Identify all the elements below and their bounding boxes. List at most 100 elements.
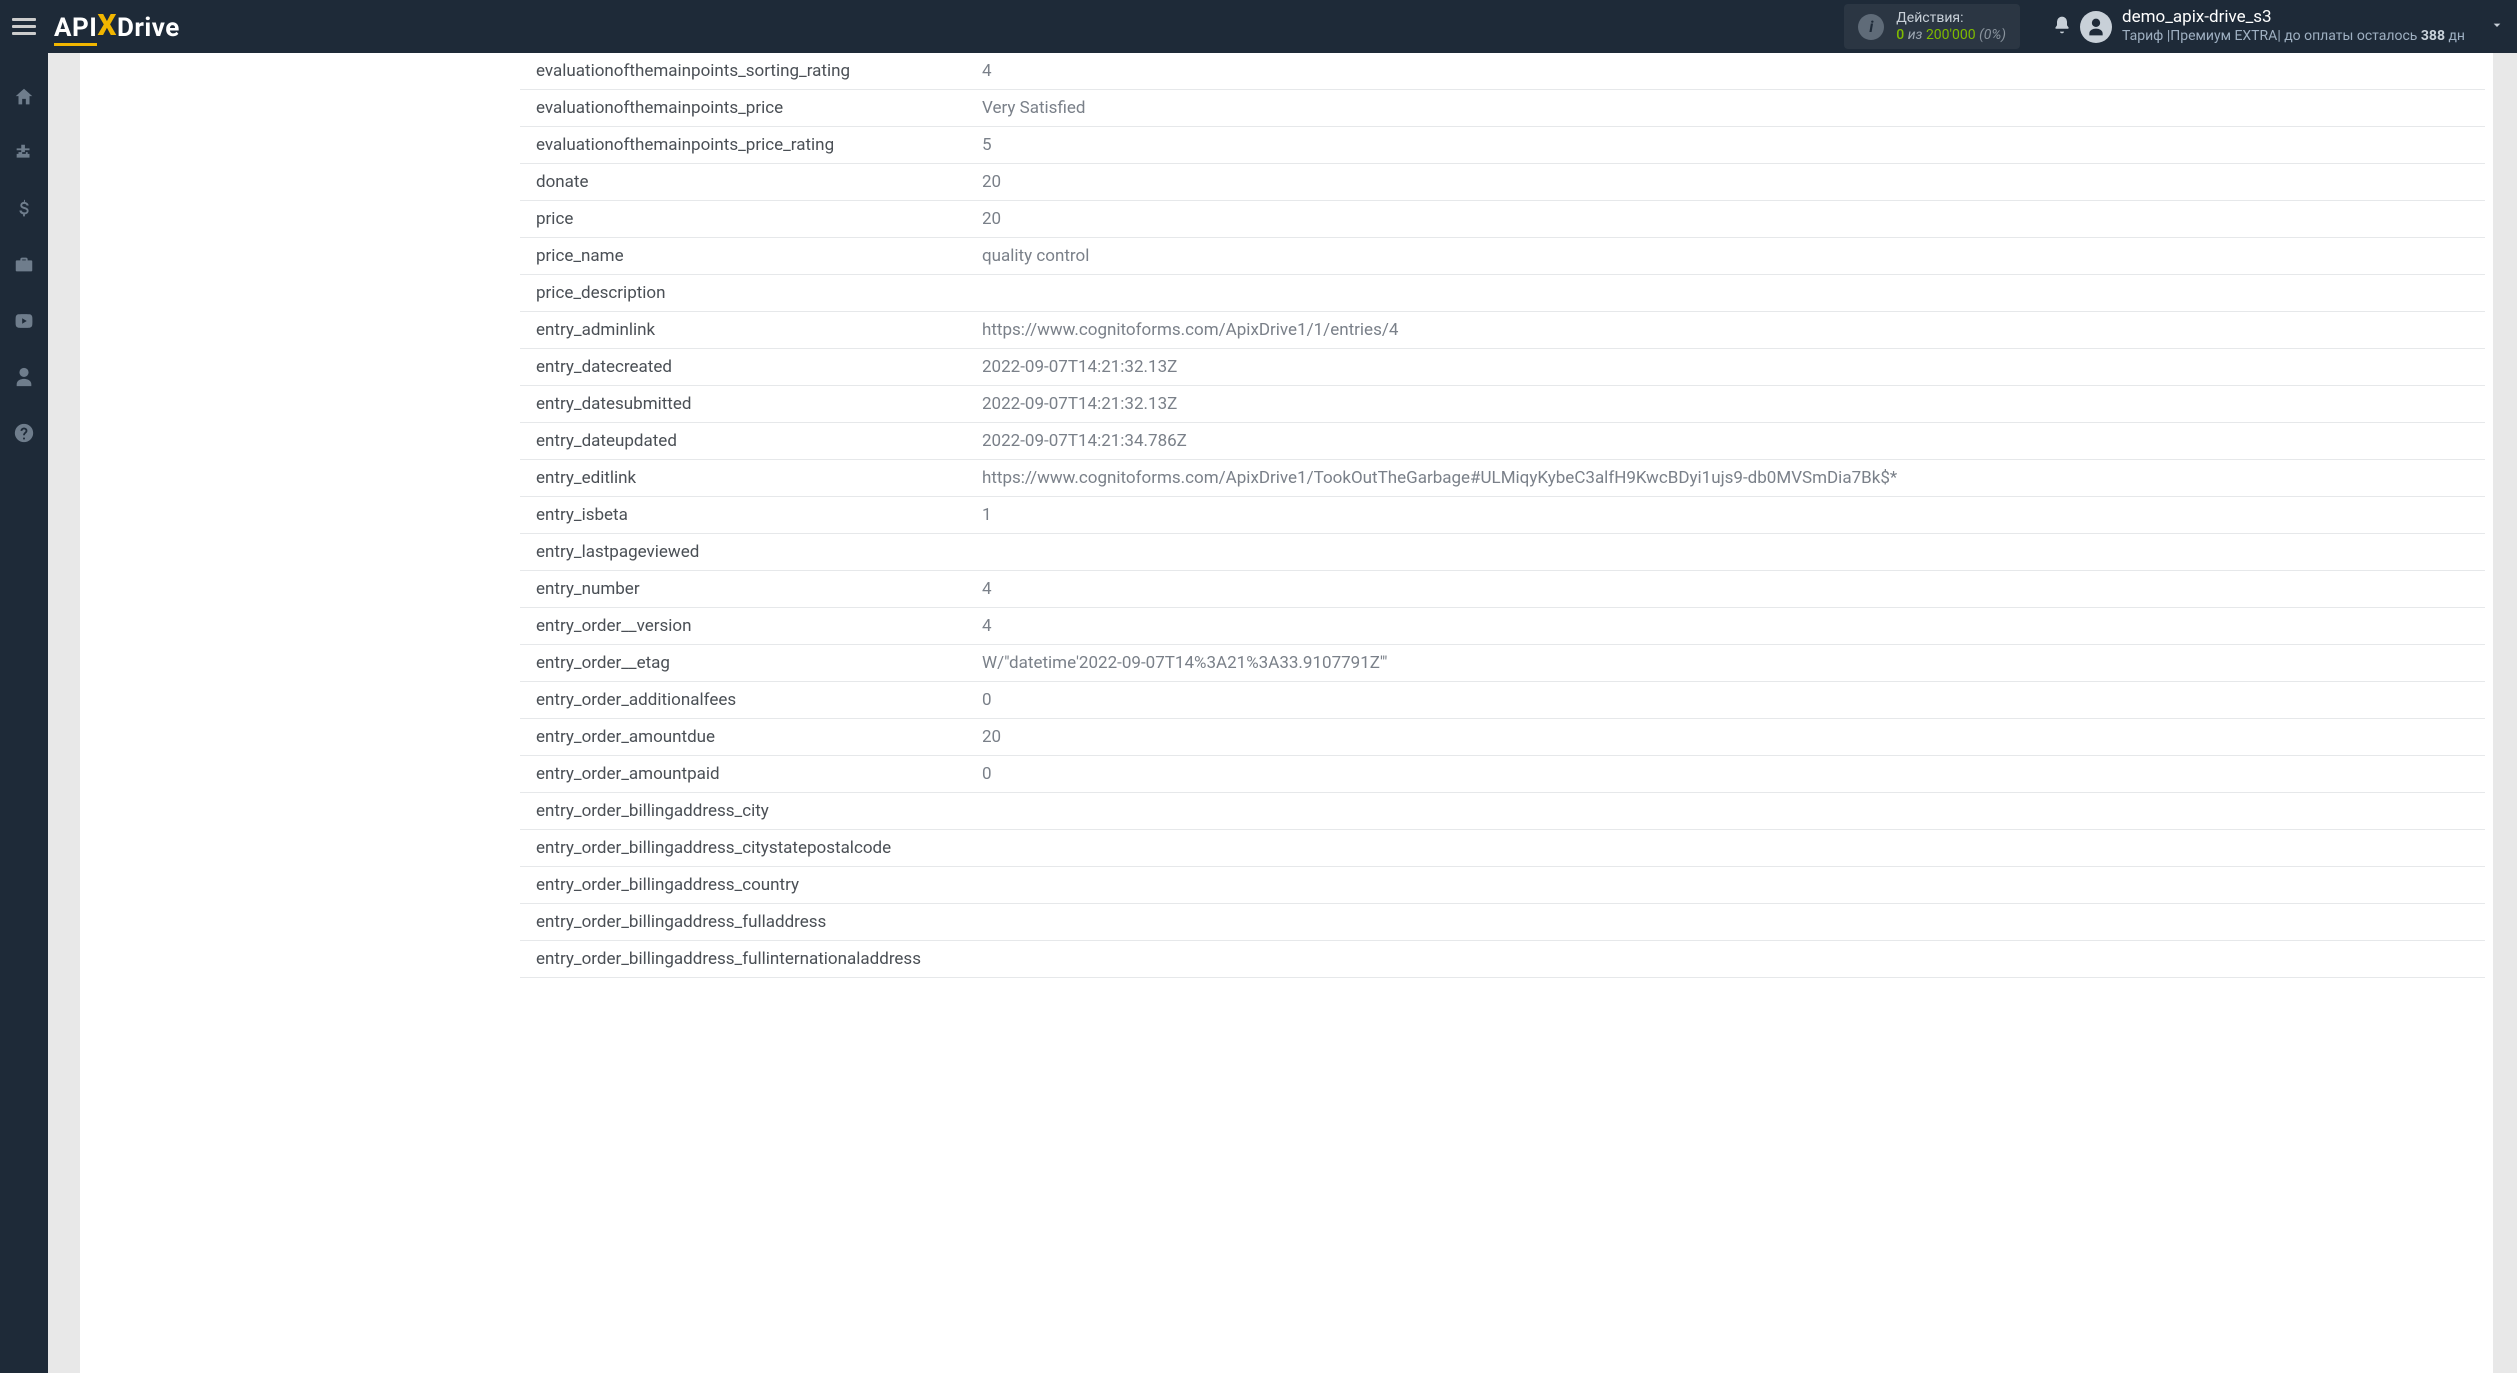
field-value — [970, 275, 2485, 312]
table-row: entry_order_billingaddress_citystatepost… — [520, 830, 2485, 867]
table-row: price_description — [520, 275, 2485, 312]
field-key: entry_number — [520, 571, 970, 608]
topbar: APIXDrive i Действия: 0 из 200'000 (0%) … — [0, 0, 2517, 53]
table-row: entry_dateupdated2022-09-07T14:21:34.786… — [520, 423, 2485, 460]
logo-drive: Drive — [117, 13, 180, 43]
table-row: entry_editlinkhttps://www.cognitoforms.c… — [520, 460, 2485, 497]
field-key: entry_order_additionalfees — [520, 682, 970, 719]
user-icon — [2086, 17, 2106, 37]
sidebar-item-help[interactable] — [0, 417, 48, 449]
main-content: evaluationofthemainpoints_sorting_rating… — [48, 53, 2517, 1373]
sitemap-icon — [13, 142, 35, 164]
table-row: entry_isbeta1 — [520, 497, 2485, 534]
field-value: https://www.cognitoforms.com/ApixDrive1/… — [970, 460, 2485, 497]
field-key: evaluationofthemainpoints_sorting_rating — [520, 53, 970, 90]
field-value: 0 — [970, 756, 2485, 793]
chevron-down-icon — [2489, 17, 2505, 33]
field-key: price_name — [520, 238, 970, 275]
field-key: entry_order_billingaddress_fulladdress — [520, 904, 970, 941]
logo-x-icon: X — [97, 8, 117, 43]
bell-icon — [2052, 15, 2072, 35]
field-key: price — [520, 201, 970, 238]
table-row: entry_order__etagW/"datetime'2022-09-07T… — [520, 645, 2485, 682]
table-row: entry_order_billingaddress_fullinternati… — [520, 941, 2485, 978]
table-row: evaluationofthemainpoints_priceVery Sati… — [520, 90, 2485, 127]
logo[interactable]: APIXDrive — [54, 12, 180, 42]
user-menu-chevron[interactable] — [2489, 17, 2505, 37]
user-menu[interactable]: demo_apix-drive_s3 Тариф |Премиум EXTRA|… — [2080, 7, 2489, 46]
table-row: entry_datecreated2022-09-07T14:21:32.13Z — [520, 349, 2485, 386]
home-icon — [13, 86, 35, 108]
table-row: entry_order_billingaddress_city — [520, 793, 2485, 830]
actions-counter[interactable]: i Действия: 0 из 200'000 (0%) — [1844, 4, 2020, 50]
field-key: entry_order_amountpaid — [520, 756, 970, 793]
user-icon — [13, 366, 35, 388]
field-key: entry_order_amountdue — [520, 719, 970, 756]
sidebar-item-video[interactable] — [0, 305, 48, 337]
sidebar-item-connections[interactable] — [0, 137, 48, 169]
user-name: demo_apix-drive_s3 — [2122, 7, 2465, 28]
sidebar-item-profile[interactable] — [0, 361, 48, 393]
table-row: entry_lastpageviewed — [520, 534, 2485, 571]
field-value: 1 — [970, 497, 2485, 534]
field-key: entry_order__etag — [520, 645, 970, 682]
table-row: entry_order_billingaddress_country — [520, 867, 2485, 904]
field-value: 20 — [970, 201, 2485, 238]
field-key: entry_isbeta — [520, 497, 970, 534]
data-table: evaluationofthemainpoints_sorting_rating… — [520, 53, 2485, 978]
table-row: entry_order_amountpaid0 — [520, 756, 2485, 793]
actions-text: Действия: 0 из 200'000 (0%) — [1896, 10, 2006, 44]
table-row: donate20 — [520, 164, 2485, 201]
table-row: evaluationofthemainpoints_price_rating5 — [520, 127, 2485, 164]
sidebar-item-home[interactable] — [0, 81, 48, 113]
actions-pct: (0%) — [1979, 27, 2006, 43]
field-key: evaluationofthemainpoints_price — [520, 90, 970, 127]
field-value: 5 — [970, 127, 2485, 164]
field-value: W/"datetime'2022-09-07T14%3A21%3A33.9107… — [970, 645, 2485, 682]
field-key: entry_order_billingaddress_citystatepost… — [520, 830, 970, 867]
table-row: entry_order__version4 — [520, 608, 2485, 645]
table-row: entry_adminlinkhttps://www.cognitoforms.… — [520, 312, 2485, 349]
menu-toggle[interactable] — [12, 15, 36, 39]
table-row: entry_order_amountdue20 — [520, 719, 2485, 756]
user-text: demo_apix-drive_s3 Тариф |Премиум EXTRA|… — [2122, 7, 2465, 46]
question-icon — [13, 422, 35, 444]
field-value: https://www.cognitoforms.com/ApixDrive1/… — [970, 312, 2485, 349]
content-panel: evaluationofthemainpoints_sorting_rating… — [80, 53, 2493, 1373]
table-row: entry_number4 — [520, 571, 2485, 608]
actions-iz: из — [1908, 27, 1923, 43]
field-key: entry_order_billingaddress_country — [520, 867, 970, 904]
youtube-icon — [13, 310, 35, 332]
field-value: 20 — [970, 164, 2485, 201]
actions-total: 200'000 — [1926, 27, 1976, 43]
dollar-icon — [13, 198, 35, 220]
table-row: entry_order_billingaddress_fulladdress — [520, 904, 2485, 941]
field-value: 0 — [970, 682, 2485, 719]
field-key: entry_dateupdated — [520, 423, 970, 460]
briefcase-icon — [13, 254, 35, 276]
logo-api: API — [54, 13, 97, 46]
field-value: quality control — [970, 238, 2485, 275]
avatar — [2080, 11, 2112, 43]
field-value: 4 — [970, 571, 2485, 608]
sidebar-item-work[interactable] — [0, 249, 48, 281]
field-value: 2022-09-07T14:21:34.786Z — [970, 423, 2485, 460]
field-value: 4 — [970, 53, 2485, 90]
actions-label: Действия: — [1896, 10, 2006, 27]
notifications-button[interactable] — [2044, 15, 2080, 39]
field-key: entry_lastpageviewed — [520, 534, 970, 571]
field-value — [970, 830, 2485, 867]
table-row: entry_datesubmitted2022-09-07T14:21:32.1… — [520, 386, 2485, 423]
table-row: entry_order_additionalfees0 — [520, 682, 2485, 719]
sidebar-item-billing[interactable] — [0, 193, 48, 225]
field-value: 4 — [970, 608, 2485, 645]
field-value — [970, 534, 2485, 571]
table-row: evaluationofthemainpoints_sorting_rating… — [520, 53, 2485, 90]
field-value — [970, 941, 2485, 978]
field-value — [970, 793, 2485, 830]
field-value — [970, 904, 2485, 941]
table-row: price20 — [520, 201, 2485, 238]
field-value: 2022-09-07T14:21:32.13Z — [970, 349, 2485, 386]
field-key: entry_order__version — [520, 608, 970, 645]
field-key: donate — [520, 164, 970, 201]
